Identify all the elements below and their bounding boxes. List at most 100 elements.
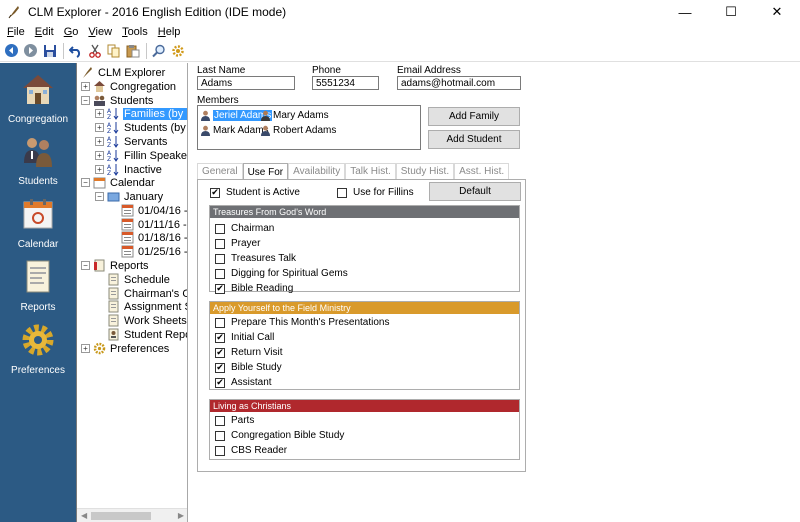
- parts-checkbox[interactable]: Parts: [215, 415, 254, 426]
- tab-talk-history[interactable]: Talk Hist.: [345, 163, 396, 179]
- return-visit-checkbox[interactable]: ✔ Return Visit: [215, 347, 283, 358]
- default-button[interactable]: Default: [429, 182, 521, 201]
- checkbox-box[interactable]: [215, 268, 225, 279]
- checkbox-box[interactable]: [215, 317, 225, 328]
- tree-item-report[interactable]: Schedule: [107, 273, 171, 286]
- assistant-checkbox[interactable]: ✔ Assistant: [215, 377, 272, 388]
- collapse-toggle[interactable]: −: [81, 178, 90, 187]
- expand-toggle[interactable]: +: [95, 109, 104, 118]
- initial-call-checkbox[interactable]: ✔ Initial Call: [215, 332, 274, 343]
- tree-item-clm-explorer[interactable]: CLM Explorer: [81, 66, 166, 79]
- scroll-right-arrow-icon[interactable]: ▶: [178, 511, 184, 520]
- checkbox-box[interactable]: [337, 187, 347, 198]
- expand-toggle[interactable]: +: [81, 82, 90, 91]
- tab-study-history[interactable]: Study Hist.: [395, 163, 455, 179]
- undo-icon[interactable]: [67, 42, 84, 59]
- collapse-toggle[interactable]: −: [81, 261, 90, 270]
- menu-tools[interactable]: Tools: [117, 26, 153, 38]
- treasures-talk-checkbox[interactable]: Treasures Talk: [215, 253, 296, 264]
- tree-item-inactive[interactable]: + AZ Inactive: [95, 163, 163, 176]
- checkbox-box[interactable]: [215, 238, 225, 249]
- student-active-checkbox[interactable]: ✔ Student is Active: [210, 187, 300, 198]
- find-icon[interactable]: [150, 42, 167, 59]
- scroll-left-arrow-icon[interactable]: ◀: [81, 511, 87, 520]
- checkbox-box[interactable]: ✔: [215, 283, 225, 294]
- explorer-tree[interactable]: CLM Explorer + Congregation − Students +…: [76, 63, 188, 522]
- menu-help[interactable]: Help: [153, 26, 186, 38]
- tree-item-calendar[interactable]: − Calendar: [81, 176, 156, 189]
- tree-item-week[interactable]: 01/18/16 - S: [121, 231, 187, 244]
- checkbox-box[interactable]: ✔: [215, 362, 225, 373]
- nav-calendar[interactable]: Calendar: [0, 196, 76, 250]
- settings-icon[interactable]: [169, 42, 186, 59]
- nav-congregation[interactable]: Congregation: [0, 71, 76, 125]
- add-family-button[interactable]: Add Family: [428, 107, 520, 126]
- tree-item-report[interactable]: Student Repo: [107, 328, 187, 341]
- last-name-input[interactable]: Adams: [197, 76, 295, 90]
- bible-reading-checkbox[interactable]: ✔ Bible Reading: [215, 283, 293, 294]
- tab-availability[interactable]: Availability: [288, 163, 346, 179]
- tree-item-students[interactable]: − Students: [81, 94, 154, 107]
- congregation-bible-study-checkbox[interactable]: Congregation Bible Study: [215, 430, 344, 441]
- checkbox-box[interactable]: [215, 415, 225, 426]
- tree-item-servants[interactable]: + AZ Servants: [95, 135, 168, 148]
- menu-edit[interactable]: Edit: [30, 26, 59, 38]
- bible-study-checkbox[interactable]: ✔ Bible Study: [215, 362, 282, 373]
- tab-assistant-history[interactable]: Asst. Hist.: [454, 163, 510, 179]
- cut-icon[interactable]: [86, 42, 103, 59]
- nav-students[interactable]: Students: [0, 133, 76, 187]
- member-item[interactable]: Mark Adams: [200, 124, 269, 136]
- expand-toggle[interactable]: +: [81, 344, 90, 353]
- prepare-presentations-checkbox[interactable]: Prepare This Month's Presentations: [215, 317, 389, 328]
- nav-reports[interactable]: Reports: [0, 259, 76, 313]
- scrollbar-thumb[interactable]: [91, 512, 151, 520]
- add-student-button[interactable]: Add Student: [428, 130, 520, 149]
- checkbox-box[interactable]: ✔: [215, 347, 225, 358]
- minimize-button[interactable]: —: [662, 0, 708, 24]
- member-item[interactable]: Mary Adams: [260, 109, 329, 121]
- tree-item-january[interactable]: − January: [95, 190, 164, 203]
- digging-gems-checkbox[interactable]: Digging for Spiritual Gems: [215, 268, 348, 279]
- tree-item-week[interactable]: 01/11/16 - S: [121, 218, 187, 231]
- chairman-checkbox[interactable]: Chairman: [215, 223, 274, 234]
- nav-preferences[interactable]: Preferences: [0, 322, 76, 376]
- maximize-button[interactable]: ☐: [708, 0, 754, 24]
- tree-item-fillin-speakers[interactable]: + AZ Fillin Speaker: [95, 149, 187, 162]
- save-icon[interactable]: [41, 42, 58, 59]
- tree-horizontal-scrollbar[interactable]: ◀ ▶: [77, 508, 187, 522]
- collapse-toggle[interactable]: −: [95, 192, 104, 201]
- menu-file[interactable]: File: [2, 26, 30, 38]
- cbs-reader-checkbox[interactable]: CBS Reader: [215, 445, 287, 456]
- member-item[interactable]: Robert Adams: [260, 124, 336, 136]
- checkbox-box[interactable]: [215, 253, 225, 264]
- collapse-toggle[interactable]: −: [81, 96, 90, 105]
- tree-item-congregation[interactable]: + Congregation: [81, 80, 177, 93]
- checkbox-box[interactable]: ✔: [215, 332, 225, 343]
- tree-item-report[interactable]: Chairman's Ou: [107, 287, 187, 300]
- checkbox-box[interactable]: [215, 430, 225, 441]
- tree-item-students-by-first-name[interactable]: + AZ Students (by F: [95, 121, 187, 134]
- tree-item-reports[interactable]: − Reports: [81, 259, 150, 272]
- email-input[interactable]: adams@hotmail.com: [397, 76, 521, 90]
- prayer-checkbox[interactable]: Prayer: [215, 238, 260, 249]
- tab-general[interactable]: General: [197, 163, 243, 179]
- tree-item-report[interactable]: Work Sheets: [107, 314, 187, 327]
- tree-item-week[interactable]: 01/04/16 - S: [121, 204, 187, 217]
- paste-icon[interactable]: [124, 42, 141, 59]
- copy-icon[interactable]: [105, 42, 122, 59]
- expand-toggle[interactable]: +: [95, 151, 104, 160]
- tree-item-preferences[interactable]: + Preferences: [81, 342, 170, 355]
- expand-toggle[interactable]: +: [95, 137, 104, 146]
- expand-toggle[interactable]: +: [95, 165, 104, 174]
- forward-icon[interactable]: [22, 42, 39, 59]
- expand-toggle[interactable]: +: [95, 123, 104, 132]
- menu-view[interactable]: View: [83, 26, 117, 38]
- menu-go[interactable]: Go: [59, 26, 84, 38]
- tree-item-report[interactable]: Assignment S: [107, 300, 187, 313]
- checkbox-box[interactable]: ✔: [215, 377, 225, 388]
- close-button[interactable]: ✕: [754, 0, 800, 24]
- phone-input[interactable]: 5551234: [312, 76, 379, 90]
- back-icon[interactable]: [3, 42, 20, 59]
- tree-item-families-by-last-name[interactable]: + AZ Families (by L: [95, 107, 187, 120]
- members-list[interactable]: Jeriel Adams Mary Adams Mark Adams Rober…: [197, 105, 421, 150]
